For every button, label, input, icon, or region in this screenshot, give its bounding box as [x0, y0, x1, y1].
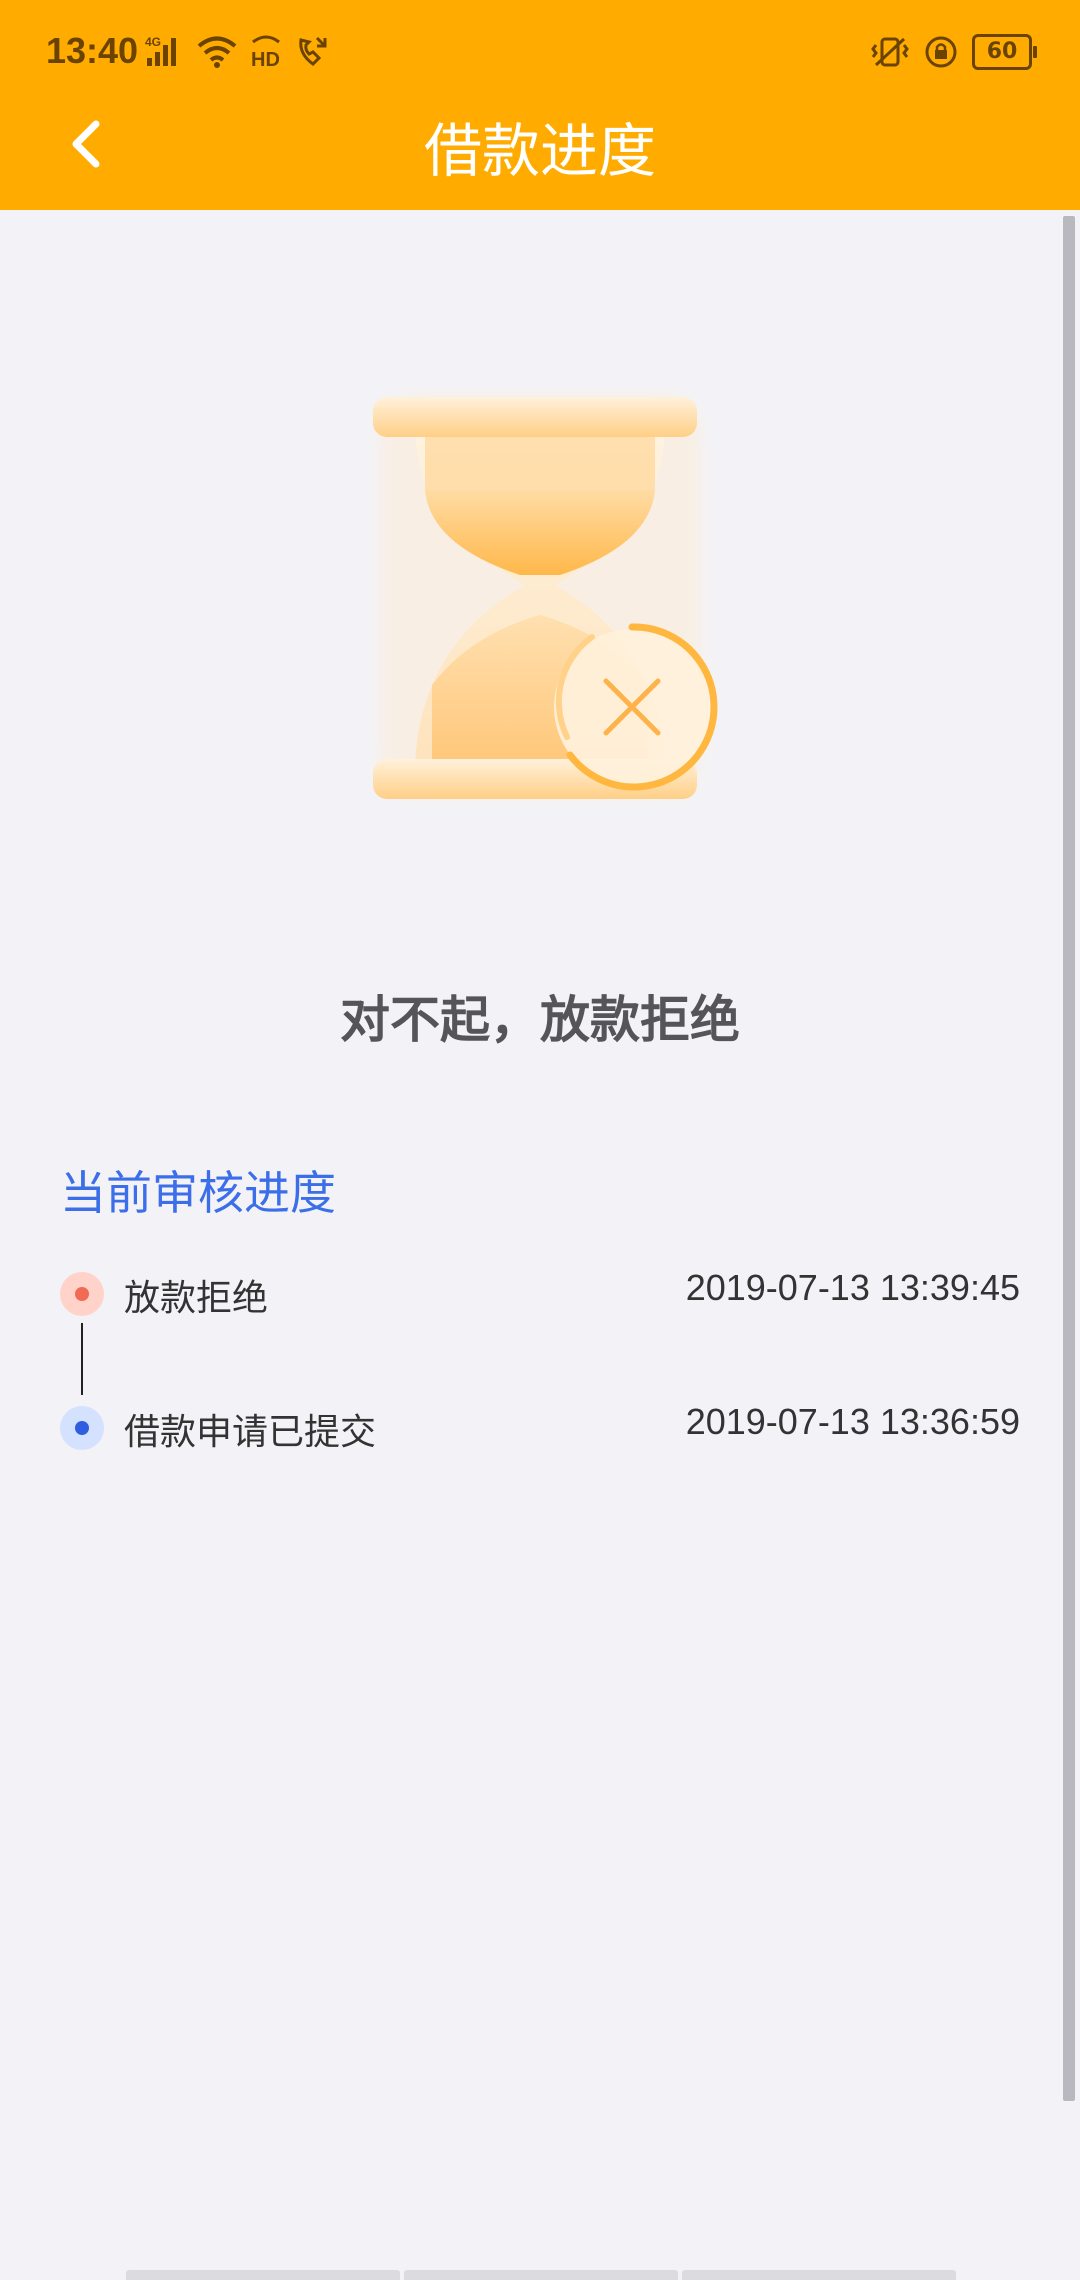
bottom-nav-bar	[126, 2270, 956, 2280]
hd-icon: HD	[251, 35, 280, 68]
call-icon	[299, 36, 327, 66]
signal-4g-icon: 4G	[145, 35, 176, 66]
status-dot-icon	[60, 1406, 104, 1450]
hourglass-reject-icon	[373, 395, 718, 799]
status-time: 13:40	[46, 30, 139, 71]
step-label: 借款申请已提交	[124, 1412, 377, 1453]
progress-section-title: 当前审核进度	[60, 1166, 336, 1220]
step-time: 2019-07-13 13:36:59	[685, 1401, 1020, 1442]
progress-step: 放款拒绝 2019-07-13 13:39:45	[60, 1265, 1020, 1325]
status-left-icons: 4G HD	[145, 34, 331, 68]
timeline-connector	[81, 1323, 83, 1395]
svg-text:HD: HD	[251, 49, 280, 68]
step-label: 放款拒绝	[124, 1278, 269, 1319]
status-bar: 13:40 4G HD 60	[0, 0, 1080, 110]
progress-step: 借款申请已提交 2019-07-13 13:36:59	[60, 1399, 1020, 1459]
scrollbar[interactable]	[1063, 216, 1075, 2101]
battery-icon: 60	[972, 34, 1037, 70]
app-header: 13:40 4G HD 60 借款进度	[0, 0, 1080, 210]
rotation-lock-icon	[925, 36, 957, 68]
result-title: 对不起，放款拒绝	[340, 991, 740, 1049]
step-time: 2019-07-13 13:39:45	[685, 1267, 1020, 1308]
svg-text:4G: 4G	[145, 35, 161, 49]
status-dot-icon	[60, 1272, 104, 1316]
page-title: 借款进度	[423, 117, 656, 185]
status-right-icons: 60	[870, 34, 1037, 70]
vibrate-icon	[871, 37, 909, 67]
wifi-icon	[197, 36, 237, 68]
